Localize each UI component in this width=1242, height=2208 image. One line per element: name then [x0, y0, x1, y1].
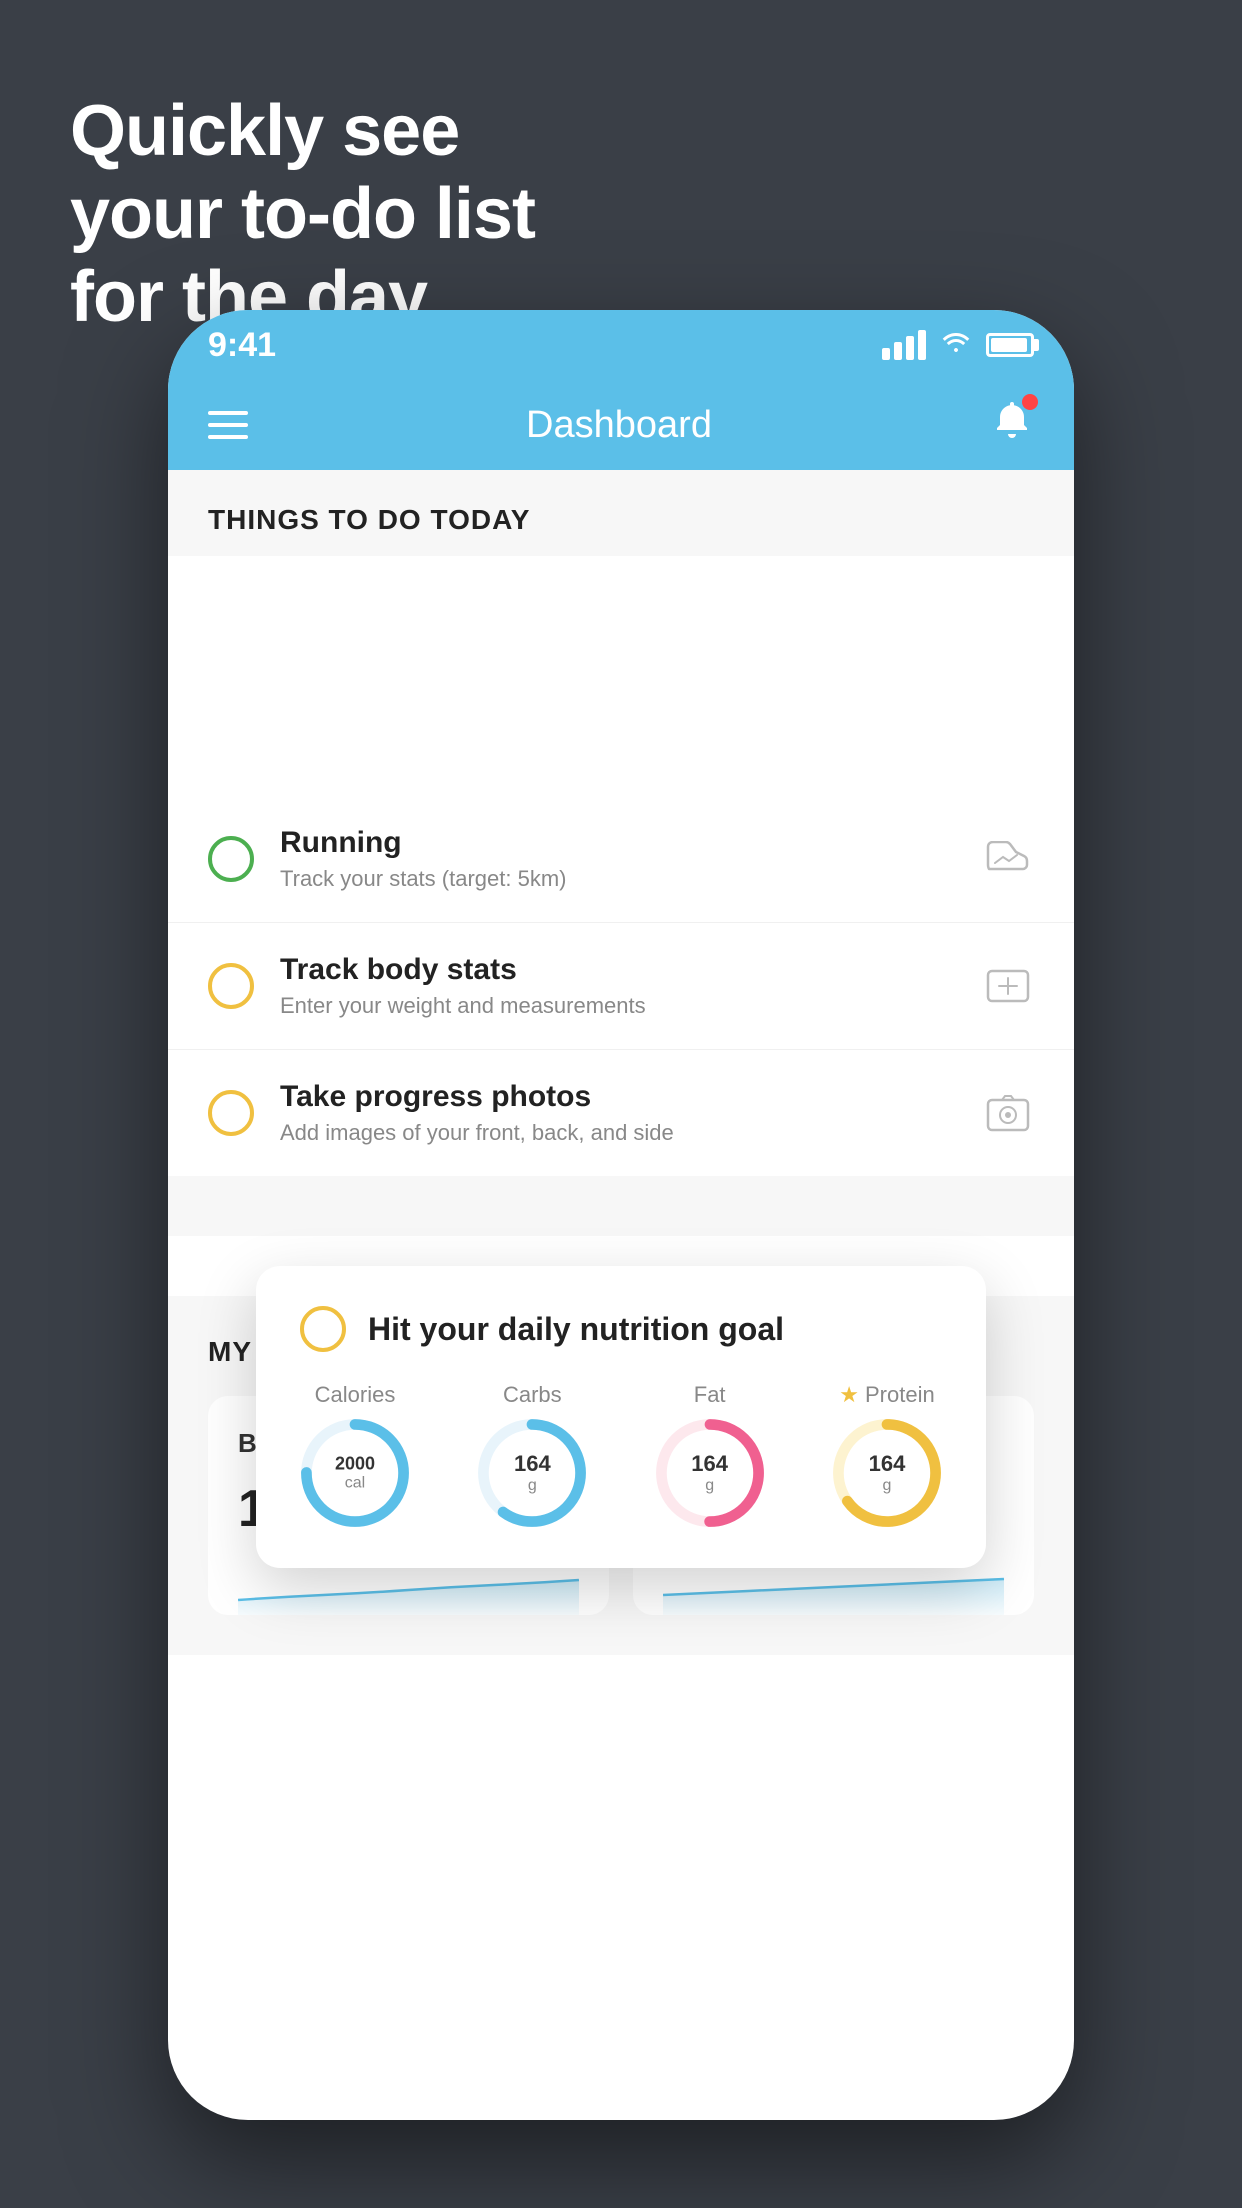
- list-item[interactable]: Take progress photos Add images of your …: [168, 1050, 1074, 1176]
- phone-frame: 9:41 Dashboard: [168, 310, 1074, 2120]
- fat-donut: 164 g: [655, 1418, 765, 1528]
- menu-button[interactable]: [208, 411, 248, 439]
- todo-list: Running Track your stats (target: 5km): [168, 796, 1074, 1176]
- list-item-title: Take progress photos: [280, 1080, 956, 1114]
- list-item-content-photos: Take progress photos Add images of your …: [280, 1080, 956, 1146]
- list-item-subtitle: Track your stats (target: 5km): [280, 866, 956, 892]
- shoe-icon: [982, 833, 1034, 885]
- carbs-label: Carbs: [503, 1382, 562, 1408]
- list-item-content-running: Running Track your stats (target: 5km): [280, 826, 956, 892]
- battery-icon: [986, 333, 1034, 357]
- star-icon: ★: [839, 1382, 859, 1408]
- calories-donut: 2000 cal: [300, 1418, 410, 1528]
- todo-checkbox-photos[interactable]: [208, 1090, 254, 1136]
- stat-carbs: Carbs 164 g: [477, 1382, 587, 1528]
- status-time: 9:41: [208, 326, 276, 365]
- list-item-content-body-stats: Track body stats Enter your weight and m…: [280, 953, 956, 1019]
- todo-checkbox-running[interactable]: [208, 836, 254, 882]
- nutrition-checkbox[interactable]: [300, 1306, 346, 1352]
- notification-dot: [1022, 394, 1038, 410]
- calories-label: Calories: [315, 1382, 396, 1408]
- stat-fat: Fat 164 g: [655, 1382, 765, 1528]
- fat-label: Fat: [694, 1382, 726, 1408]
- hero-title: Quickly see your to-do list for the day.: [70, 90, 535, 338]
- notification-button[interactable]: [990, 398, 1034, 452]
- nutrition-stats: Calories 2000 cal: [300, 1382, 942, 1528]
- stat-protein: ★ Protein 164 g: [832, 1382, 942, 1528]
- section-header: THINGS TO DO TODAY: [168, 470, 1074, 556]
- header-title: Dashboard: [526, 404, 712, 447]
- things-today-label: THINGS TO DO TODAY: [208, 504, 530, 535]
- nutrition-card: Hit your daily nutrition goal Calories: [256, 1266, 986, 1568]
- signal-icon: [882, 330, 926, 360]
- list-item[interactable]: Running Track your stats (target: 5km): [168, 796, 1074, 923]
- scale-icon: [982, 960, 1034, 1012]
- card-title: Hit your daily nutrition goal: [368, 1311, 784, 1348]
- app-header: Dashboard: [168, 380, 1074, 470]
- protein-donut: 164 g: [832, 1418, 942, 1528]
- protein-label: Protein: [865, 1382, 935, 1408]
- stat-calories: Calories 2000 cal: [300, 1382, 410, 1528]
- photo-icon: [982, 1087, 1034, 1139]
- list-item-title: Running: [280, 826, 956, 860]
- card-title-row: Hit your daily nutrition goal: [300, 1306, 942, 1352]
- list-item-title: Track body stats: [280, 953, 956, 987]
- carbs-donut: 164 g: [477, 1418, 587, 1528]
- list-item[interactable]: Track body stats Enter your weight and m…: [168, 923, 1074, 1050]
- todo-checkbox-body-stats[interactable]: [208, 963, 254, 1009]
- status-icons: [882, 329, 1034, 361]
- wifi-icon: [940, 329, 972, 361]
- list-item-subtitle: Enter your weight and measurements: [280, 993, 956, 1019]
- list-item-subtitle: Add images of your front, back, and side: [280, 1120, 956, 1146]
- status-bar: 9:41: [168, 310, 1074, 380]
